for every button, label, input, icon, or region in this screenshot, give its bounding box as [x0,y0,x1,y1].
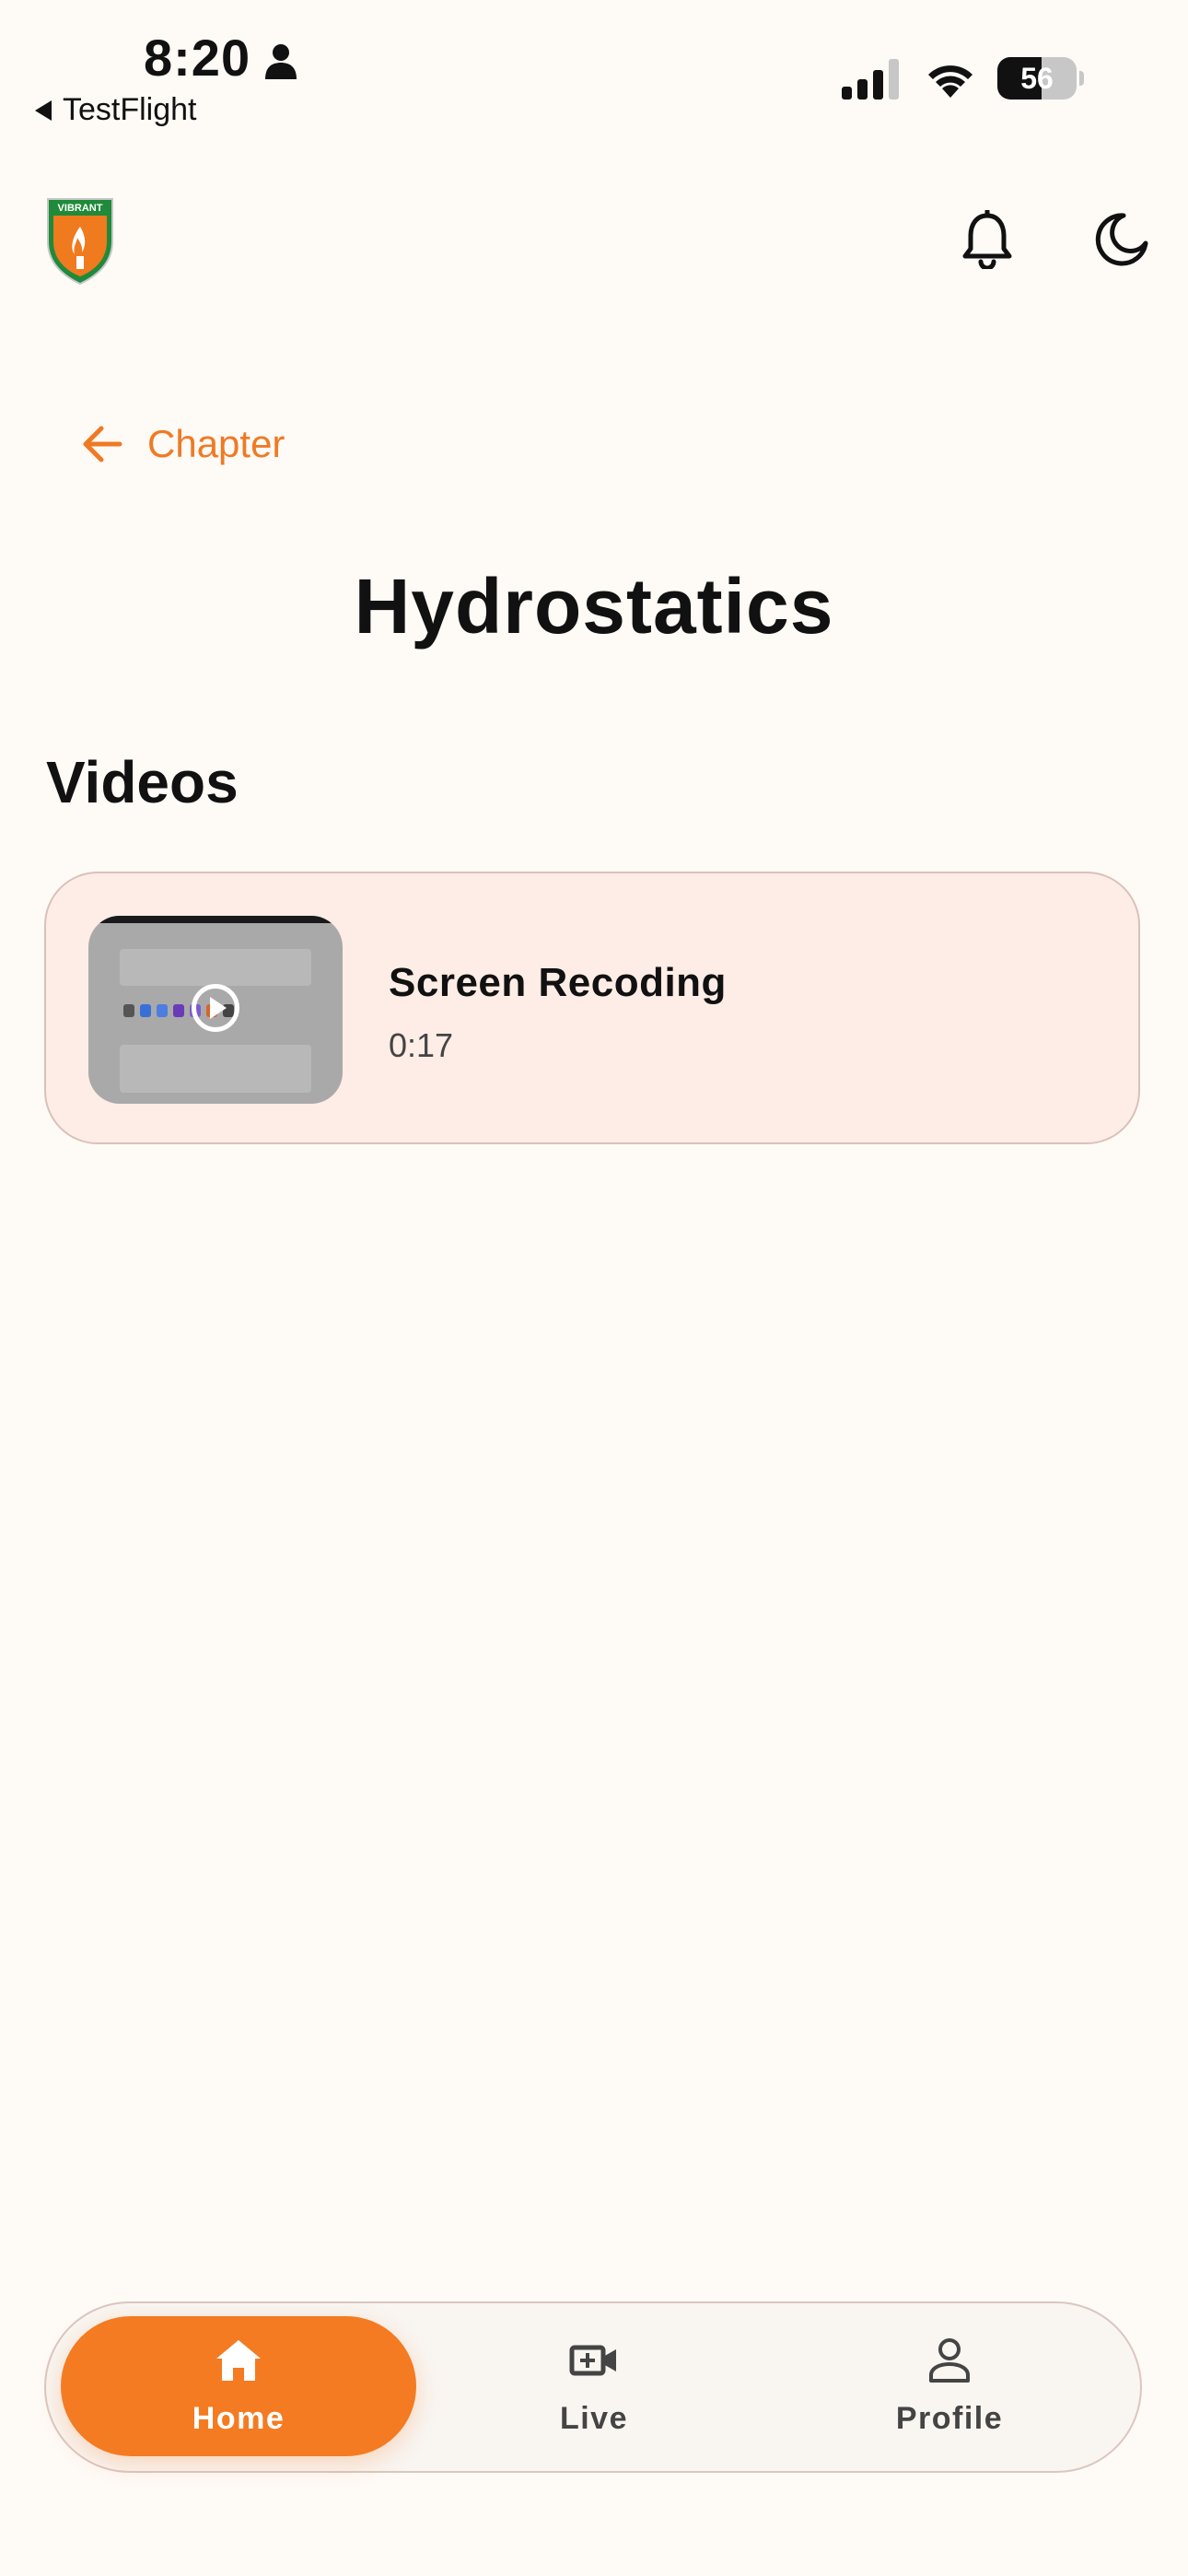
section-title-videos: Videos [46,749,239,815]
battery-level: 56 [1020,62,1054,95]
status-time: 8:20 [144,29,251,87]
person-icon [265,44,297,79]
nav-profile[interactable]: Profile [772,2316,1127,2456]
status-bar: 8:20 TestFlight 56 [0,0,1188,138]
home-icon [216,2339,261,2381]
page-title: Hydrostatics [354,563,834,650]
theme-toggle-moon-icon[interactable] [1092,210,1151,269]
wifi-icon [928,65,973,98]
arrow-left-icon [83,426,122,463]
back-link-label: Chapter [147,422,285,465]
battery-indicator: 56 [997,57,1084,100]
play-triangle-icon [210,997,227,1019]
nav-home[interactable]: Home [61,2316,416,2456]
video-add-icon [569,2345,616,2375]
back-to-app-button[interactable]: TestFlight [35,92,197,128]
nav-live[interactable]: Live [416,2316,772,2456]
back-to-chapter-link[interactable]: Chapter [81,422,285,466]
back-triangle-icon [35,100,52,121]
cellular-signal-icon [842,59,899,100]
person-icon [929,2337,970,2383]
vibrant-logo: VIBRANT [47,198,113,286]
nav-home-label: Home [192,2400,285,2436]
nav-profile-label: Profile [895,2400,1004,2436]
back-app-label: TestFlight [63,92,197,127]
notification-bell-icon[interactable] [960,210,1015,269]
bottom-navigation: Home Live Profile [44,2301,1142,2473]
video-thumbnail[interactable] [88,916,343,1104]
logo-text: VIBRANT [58,203,103,214]
video-card[interactable]: Screen Recoding 0:17 [44,872,1140,1144]
video-duration: 0:17 [389,1026,454,1064]
nav-live-label: Live [559,2400,629,2436]
video-title: Screen Recoding [389,960,727,1005]
